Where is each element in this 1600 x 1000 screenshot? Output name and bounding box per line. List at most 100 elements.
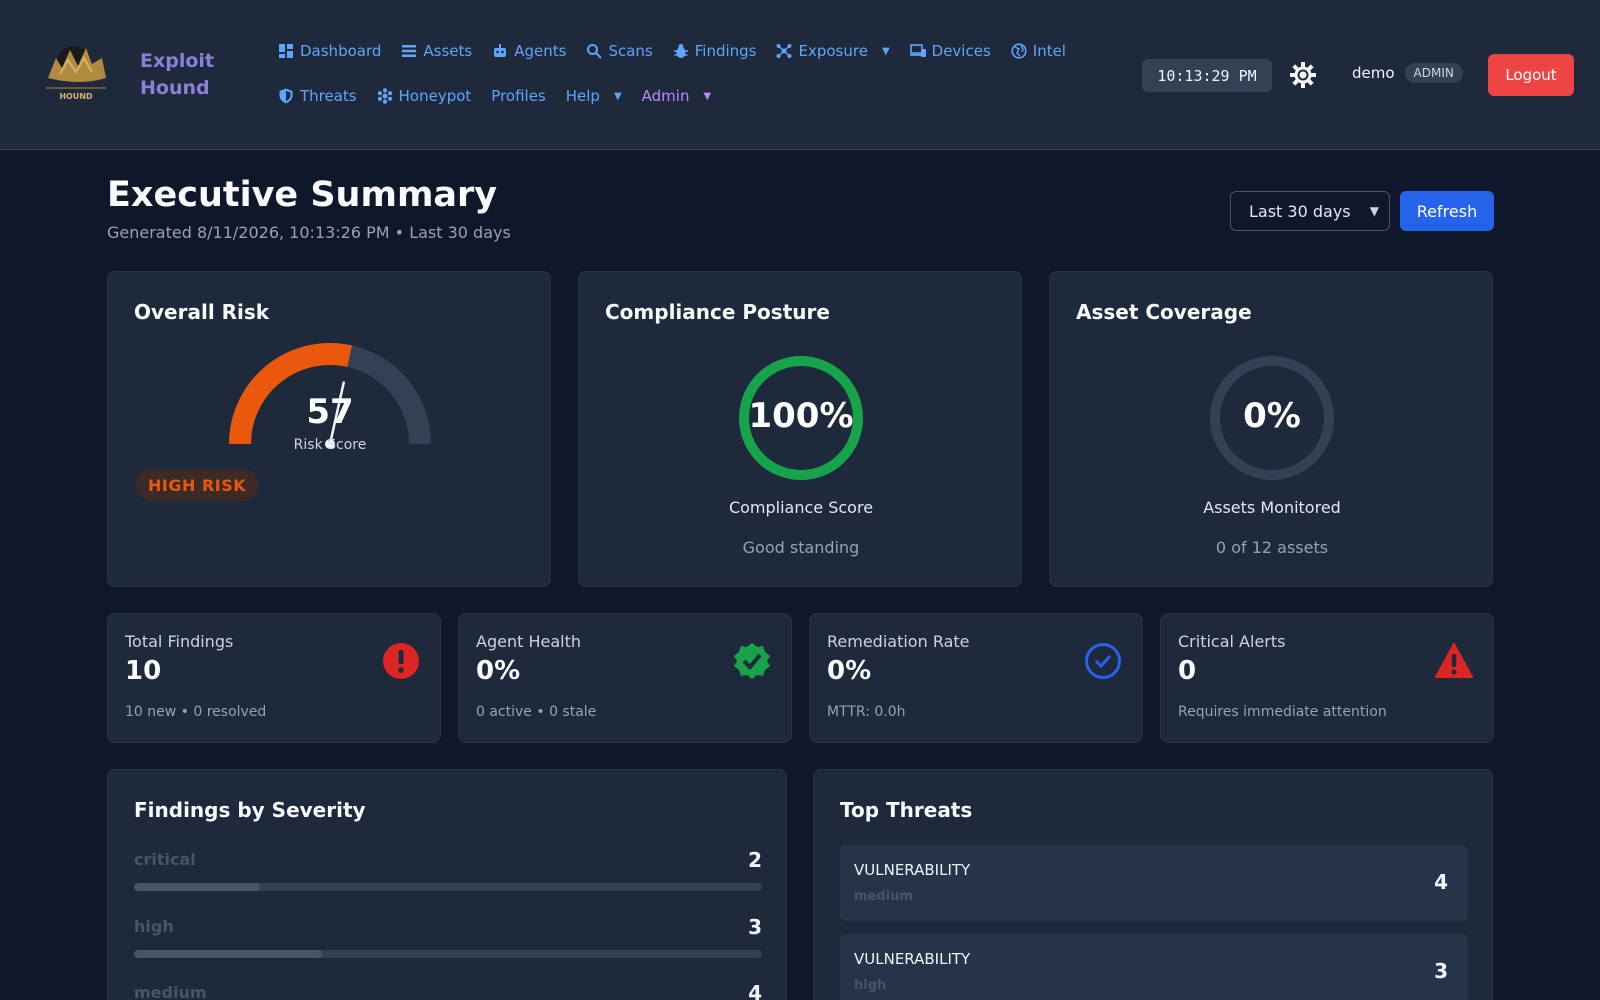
- threat-severity: medium: [854, 889, 913, 904]
- severity-name: high: [134, 917, 174, 936]
- nav-help[interactable]: Help ▼: [566, 85, 622, 107]
- nav-label: Devices: [931, 42, 991, 60]
- nav-dashboard[interactable]: Dashboard: [278, 40, 381, 62]
- stat-subtext: Requires immediate attention: [1178, 704, 1387, 720]
- nav-label: Intel: [1032, 42, 1066, 60]
- check-badge-icon: [734, 643, 770, 679]
- coverage-value: 0%: [1243, 396, 1301, 436]
- user-menu[interactable]: demo ADMIN: [1352, 63, 1463, 83]
- nav-label: Profiles: [491, 87, 546, 105]
- nav-label: Threats: [300, 87, 357, 105]
- severity-name: critical: [134, 850, 196, 869]
- shield-icon: [279, 88, 293, 104]
- brand-logo[interactable]: HOUND: [40, 38, 112, 104]
- time-range-select[interactable]: Last 30 days ▼: [1230, 191, 1390, 231]
- severity-bar-fill: [134, 950, 323, 958]
- findings-by-severity-card: Findings by Severity critical 2 high 3 m…: [107, 769, 787, 1000]
- stat-card-total-findings[interactable]: Total Findings 10 10 new • 0 resolved: [107, 613, 441, 743]
- role-badge: ADMIN: [1404, 63, 1463, 83]
- nav-label: Assets: [423, 42, 473, 60]
- theme-toggle-button[interactable]: [1290, 62, 1316, 88]
- nav-threats[interactable]: Threats: [278, 85, 357, 107]
- severity-bar-fill: [134, 883, 260, 891]
- page-subtitle: Generated 8/11/2026, 10:13:26 PM • Last …: [107, 223, 511, 242]
- stat-subtext: 0 active • 0 stale: [476, 704, 597, 720]
- severity-count: 4: [748, 981, 762, 1000]
- nav-label: Dashboard: [300, 42, 382, 60]
- compliance-status: Good standing: [742, 538, 860, 557]
- nav-label: Honeypot: [398, 87, 472, 105]
- dashboard-icon: [279, 44, 293, 58]
- robot-icon: [494, 44, 507, 57]
- check-circle-icon: [1085, 643, 1121, 679]
- nav-label: Admin: [641, 87, 690, 105]
- page-title: Executive Summary: [107, 175, 498, 215]
- nav-label: Exposure: [798, 42, 868, 60]
- compliance-score: 100%: [748, 396, 854, 436]
- risk-score: 57: [306, 392, 354, 432]
- nav-devices[interactable]: Devices: [909, 40, 991, 62]
- devices-icon: [909, 44, 926, 57]
- list-icon: [402, 45, 417, 57]
- coverage-detail: 0 of 12 assets: [1215, 538, 1329, 557]
- stat-card-agent-health[interactable]: Agent Health 0% 0 active • 0 stale: [458, 613, 792, 743]
- compliance-card: Compliance Posture 100% Compliance Score…: [578, 271, 1022, 587]
- bug-icon: [673, 44, 688, 58]
- stat-value: 0%: [476, 656, 521, 686]
- stat-label: Total Findings: [125, 632, 234, 651]
- stat-subtext: MTTR: 0.0h: [827, 704, 906, 720]
- stat-label: Critical Alerts: [1178, 632, 1286, 651]
- card-title: Compliance Posture: [605, 300, 830, 324]
- brand-name-line2: Hound: [140, 77, 210, 99]
- stat-card-critical-alerts[interactable]: Critical Alerts 0 Requires immediate att…: [1160, 613, 1494, 743]
- severity-count: 2: [748, 848, 762, 872]
- brand-name[interactable]: Exploit Hound: [140, 48, 214, 102]
- brand-name-line1: Exploit: [140, 50, 214, 72]
- card-title: Asset Coverage: [1076, 300, 1252, 324]
- logout-button[interactable]: Logout: [1488, 54, 1574, 96]
- nav-profiles[interactable]: Profiles: [491, 85, 545, 107]
- stat-value: 0: [1178, 656, 1197, 686]
- network-icon: [776, 44, 792, 58]
- compliance-label: Compliance Score: [728, 498, 874, 517]
- threat-name: VULNERABILITY: [854, 861, 971, 879]
- asset-coverage-card: Asset Coverage 0% Assets Monitored 0 of …: [1049, 271, 1493, 587]
- threat-item[interactable]: VULNERABILITY high 3: [840, 934, 1468, 1000]
- top-threats-card: Top Threats VULNERABILITY medium 4 VULNE…: [813, 769, 1493, 1000]
- nav-scans[interactable]: Scans: [586, 40, 653, 62]
- risk-score-label: Risk Score: [293, 437, 367, 453]
- search-icon: [587, 44, 603, 59]
- stat-card-remediation-rate[interactable]: Remediation Rate 0% MTTR: 0.0h: [809, 613, 1143, 743]
- card-title: Overall Risk: [134, 300, 270, 324]
- alert-circle-icon: [383, 643, 419, 679]
- nav-row-secondary: Threats Honeypot Profiles Help ▼ Admin ▼: [278, 85, 731, 107]
- nav-findings[interactable]: Findings: [673, 40, 757, 62]
- nav-label: Findings: [694, 42, 757, 60]
- logo-text: HOUND: [59, 92, 93, 101]
- stat-label: Remediation Rate: [827, 632, 970, 651]
- threat-count: 4: [1434, 870, 1448, 894]
- nav-label: Scans: [608, 42, 653, 60]
- stat-label: Agent Health: [476, 632, 581, 651]
- time-range-value: Last 30 days: [1249, 201, 1351, 221]
- card-title: Findings by Severity: [134, 798, 366, 822]
- nav-assets[interactable]: Assets: [401, 40, 472, 62]
- globe-icon: [1011, 43, 1027, 59]
- honeypot-icon: [377, 88, 392, 104]
- card-title: Top Threats: [840, 798, 973, 822]
- nav-honeypot[interactable]: Honeypot: [377, 85, 472, 107]
- nav-admin[interactable]: Admin ▼: [642, 85, 712, 107]
- refresh-button[interactable]: Refresh: [1400, 191, 1494, 231]
- stat-subtext: 10 new • 0 resolved: [125, 704, 267, 720]
- nav-agents[interactable]: Agents: [492, 40, 566, 62]
- threat-count: 3: [1434, 959, 1448, 983]
- threat-item[interactable]: VULNERABILITY medium 4: [840, 845, 1468, 921]
- chevron-down-icon: ▼: [881, 45, 890, 57]
- clock: 10:13:29 PM: [1142, 59, 1272, 92]
- stat-value: 10: [125, 656, 162, 686]
- stat-value: 0%: [827, 656, 872, 686]
- nav-exposure[interactable]: Exposure ▼: [776, 40, 890, 62]
- nav-intel[interactable]: Intel: [1011, 40, 1066, 62]
- nav-row-primary: Dashboard Assets Agents Scans Findings E…: [278, 40, 1086, 62]
- overall-risk-card: Overall Risk 57 Risk Score HIGH RISK: [107, 271, 551, 587]
